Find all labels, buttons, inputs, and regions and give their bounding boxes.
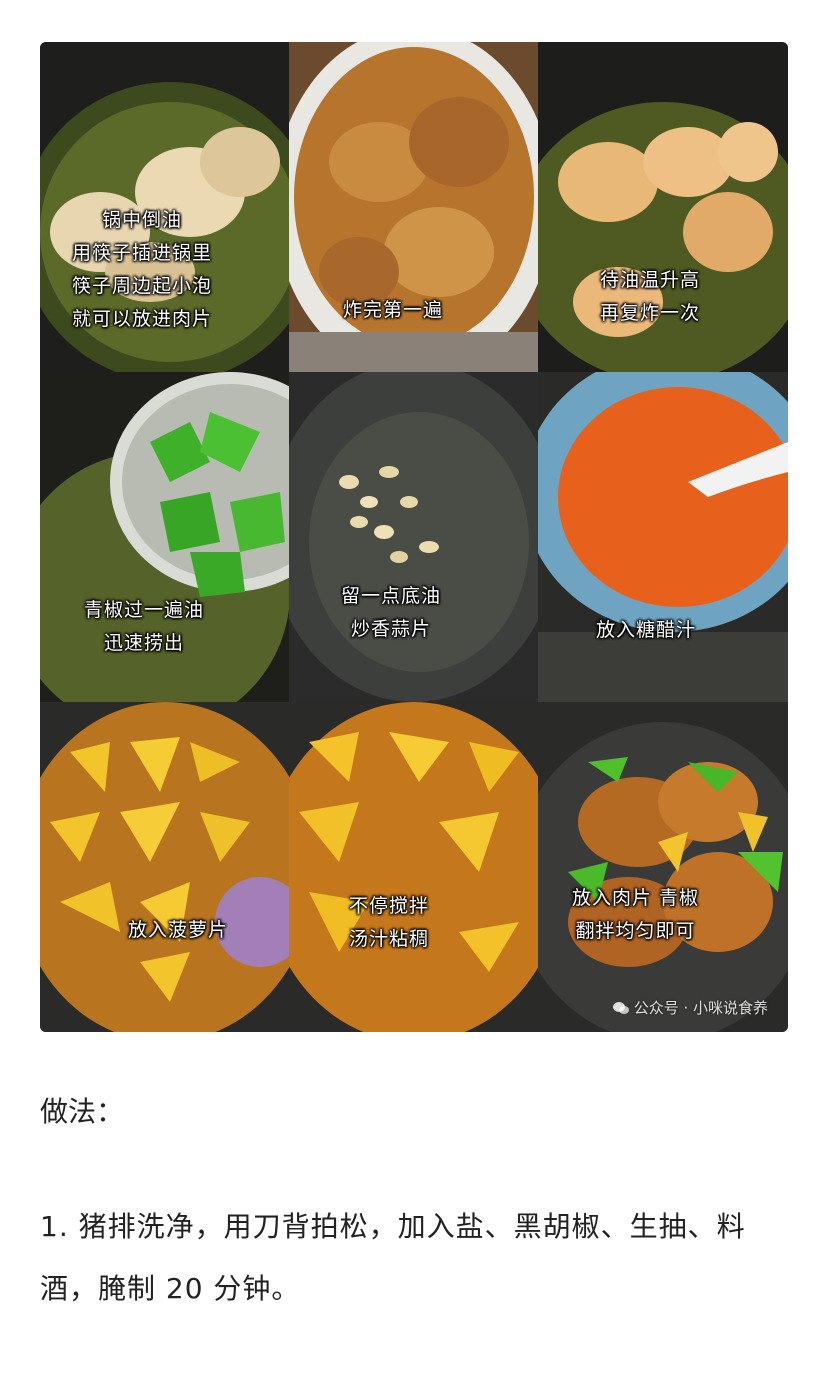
panel-4-caption: 青椒过一遍油 迅速捞出	[84, 599, 205, 654]
step-1-text: 1. 猪排洗净，用刀背拍松，加入盐、黑胡椒、生抽、料酒，腌制 20 分钟。	[40, 1210, 746, 1305]
wechat-icon	[612, 1001, 629, 1014]
panel-1-caption: 锅中倒油 用筷子插进锅里 筷子周边起小泡 就可以放进肉片	[72, 209, 213, 330]
recipe-photo-grid: 锅中倒油 用筷子插进锅里 筷子周边起小泡 就可以放进肉片 炸完第一遍 待油温升高…	[40, 42, 788, 1032]
photo-panel-4: 青椒过一遍油 迅速捞出	[40, 372, 289, 702]
finished-dish-pan-image	[538, 702, 788, 1032]
watermark-text: 公众号 · 小咪说食养	[633, 999, 768, 1017]
photo-panel-7: 放入菠萝片	[40, 702, 289, 1032]
photo-panel-5: 留一点底油 炒香蒜片	[289, 372, 538, 702]
stirring-sauce-pan-image	[289, 702, 538, 1032]
panel-7-caption: 放入菠萝片	[128, 919, 229, 941]
photo-panel-3: 待油温升高 再复炸一次	[538, 42, 788, 372]
sweet-sour-sauce-bowl-image	[538, 372, 788, 702]
pineapple-pan-image	[40, 702, 289, 1032]
panel-2-caption: 炸完第一遍	[343, 299, 444, 321]
panel-8-caption: 不停搅拌 汤汁粘稠	[349, 895, 430, 950]
photo-panel-2: 炸完第一遍	[289, 42, 538, 372]
photo-panel-1: 锅中倒油 用筷子插进锅里 筷子周边起小泡 就可以放进肉片	[40, 42, 289, 372]
photo-panel-9: 放入肉片 青椒 翻拌均匀即可 公众号 · 小咪说食养	[538, 702, 788, 1032]
watermark: 公众号 · 小咪说食养	[612, 997, 768, 1018]
section-title: 做法：	[40, 1095, 125, 1128]
panel-6-caption: 放入糖醋汁	[596, 619, 697, 641]
photo-panel-6: 放入糖醋汁	[538, 372, 788, 702]
panel-9-caption: 放入肉片 青椒 翻拌均匀即可	[572, 887, 700, 942]
photo-panel-8: 不停搅拌 汤汁粘稠	[289, 702, 538, 1032]
panel-5-caption: 留一点底油 炒香蒜片	[341, 585, 442, 640]
panel-3-caption: 待油温升高 再复炸一次	[600, 269, 701, 324]
garlic-pan-image	[289, 372, 538, 702]
